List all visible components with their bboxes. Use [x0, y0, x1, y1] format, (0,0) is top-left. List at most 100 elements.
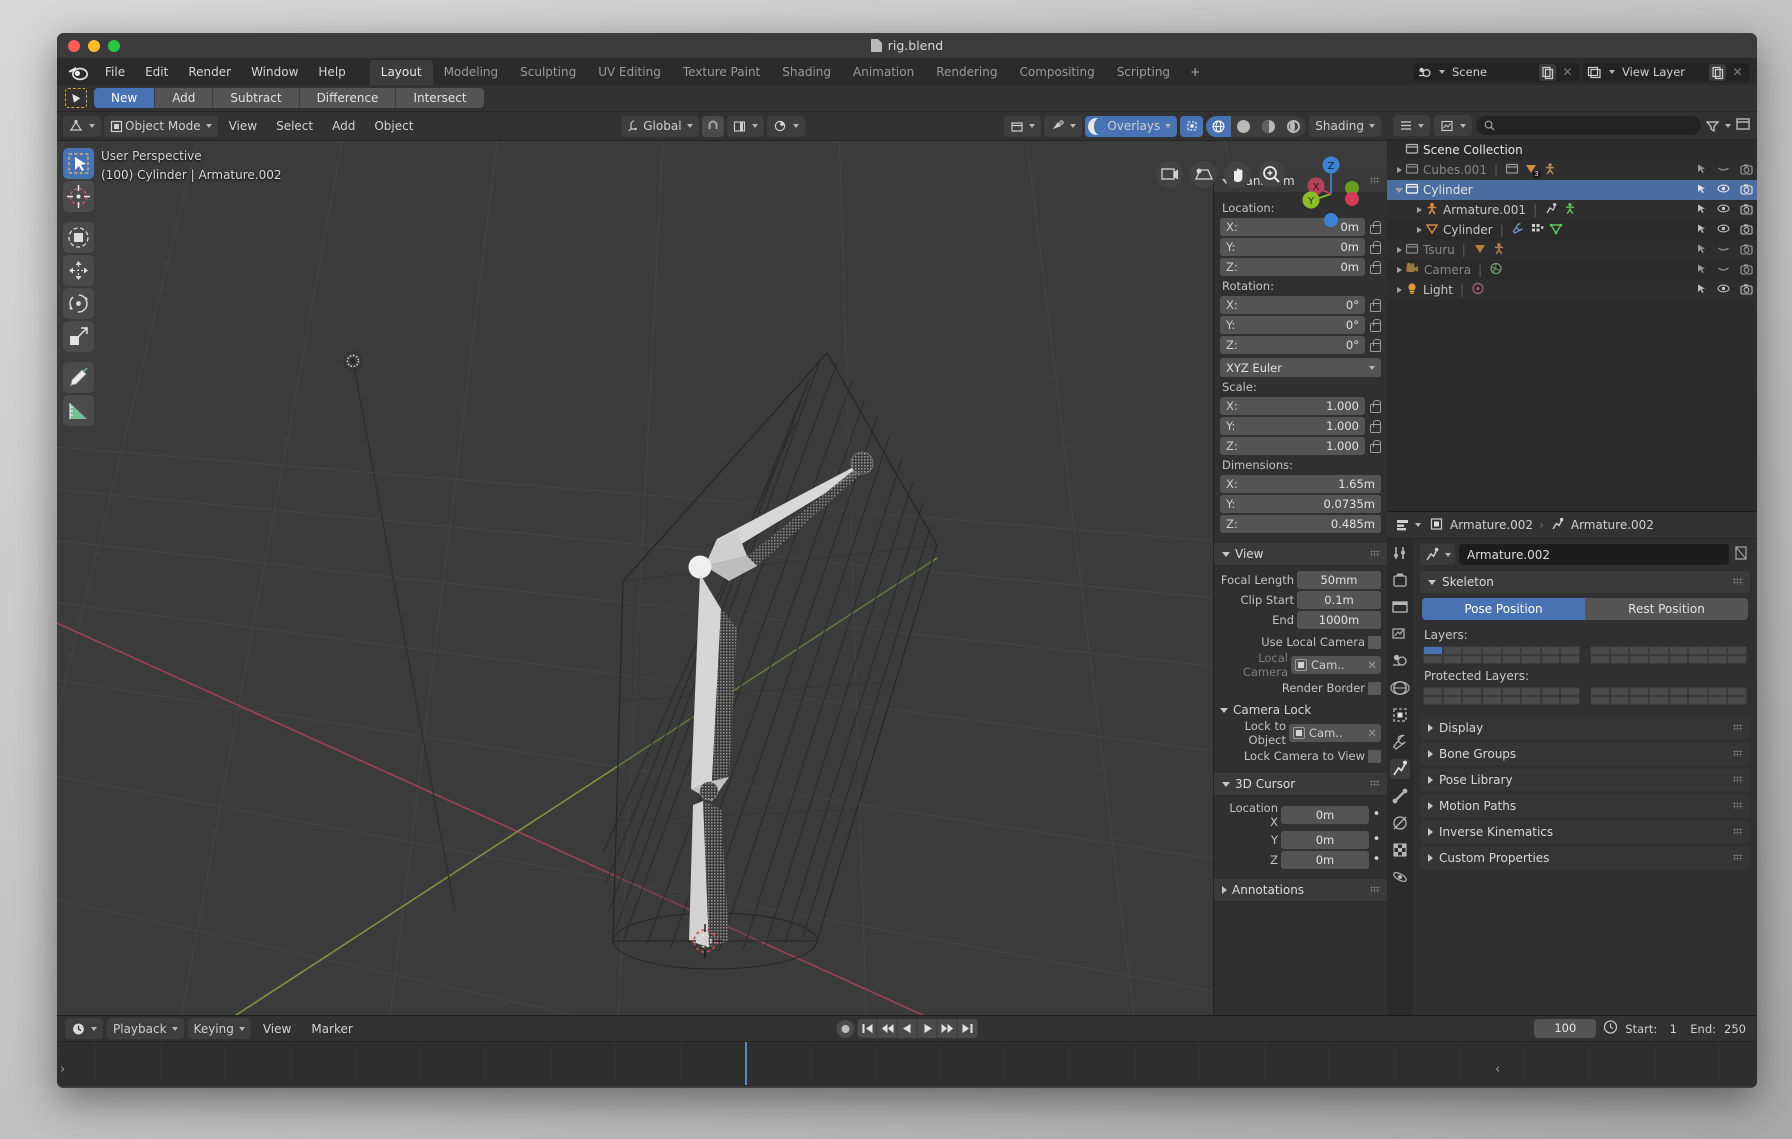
gizmo-selector[interactable]: [1044, 115, 1083, 137]
cursor-x-row[interactable]: Location X 0m •: [1220, 801, 1381, 829]
tab-armature-data[interactable]: [1390, 759, 1410, 779]
section-inverse-kinematics[interactable]: Inverse Kinematics: [1420, 821, 1750, 843]
outliner-row-armature-001[interactable]: Armature.001 |: [1387, 200, 1757, 220]
protected-layers-grid[interactable]: [1423, 687, 1747, 705]
lock-icon[interactable]: [1368, 399, 1381, 413]
layer-cell[interactable]: [1501, 687, 1522, 696]
lock-icon[interactable]: [1368, 318, 1381, 332]
timeline-editor-type-selector[interactable]: [65, 1018, 103, 1039]
outliner-editor-type-selector[interactable]: [1393, 115, 1430, 136]
panel-drag-grip[interactable]: [1733, 854, 1743, 861]
hide-in-viewport-icon[interactable]: [1717, 163, 1730, 177]
use-preview-range-icon[interactable]: [1602, 1019, 1619, 1039]
layer-cell[interactable]: [1648, 655, 1669, 664]
outliner-row-cylinder-object[interactable]: Cylinder |: [1387, 220, 1757, 240]
layer-cell[interactable]: [1423, 646, 1443, 655]
layer-cell[interactable]: [1442, 696, 1463, 705]
tab-view-layer[interactable]: [1390, 624, 1410, 644]
blender-logo-icon[interactable]: [67, 63, 89, 81]
rotation-z-row[interactable]: Z: 0°: [1220, 336, 1381, 354]
properties-editor-type-selector[interactable]: [1393, 515, 1423, 536]
menu-help[interactable]: Help: [308, 61, 355, 83]
panel-drag-grip[interactable]: [1370, 177, 1380, 184]
toggle-camera-icon[interactable]: [1156, 161, 1183, 188]
jump-to-end-button[interactable]: [958, 1019, 978, 1038]
layer-cell[interactable]: [1442, 646, 1463, 655]
tab-bone[interactable]: [1390, 786, 1410, 806]
layer-cell[interactable]: [1648, 696, 1669, 705]
panel-drag-grip[interactable]: [1733, 724, 1743, 731]
measure-tool-icon[interactable]: [63, 395, 94, 426]
layer-cell[interactable]: [1668, 655, 1689, 664]
viewport-menu-object[interactable]: Object: [366, 116, 421, 136]
timeline-expand-left-icon[interactable]: ›: [60, 1062, 65, 1077]
clip-end-row[interactable]: End 1000m: [1220, 611, 1381, 629]
animate-property-icon[interactable]: •: [1372, 853, 1381, 866]
cursor3d-panel-header[interactable]: 3D Cursor: [1214, 773, 1387, 796]
workspace-tab-layout[interactable]: Layout: [369, 59, 433, 85]
tab-modifiers[interactable]: [1390, 732, 1410, 752]
shading-wireframe-button[interactable]: [1206, 115, 1232, 137]
tab-texture[interactable]: [1390, 840, 1410, 860]
layer-cell[interactable]: [1707, 655, 1728, 664]
proportional-edit-selector[interactable]: [766, 115, 805, 137]
timeline-collapse-right-icon[interactable]: ‹: [1495, 1062, 1500, 1077]
viewport-menu-add[interactable]: Add: [324, 116, 363, 136]
section-bone-groups[interactable]: Bone Groups: [1420, 743, 1750, 765]
tab-tool[interactable]: [1390, 543, 1410, 563]
pan-view-icon[interactable]: [1224, 161, 1251, 188]
outliner-row-cubes-001[interactable]: Cubes.001 | 3: [1387, 160, 1757, 180]
timeline-menu-view[interactable]: View: [255, 1019, 299, 1039]
transport-buttons[interactable]: [857, 1019, 978, 1038]
view-panel-header[interactable]: View: [1214, 543, 1387, 566]
local-camera-field[interactable]: Cam.. ✕: [1291, 656, 1381, 674]
layer-cell[interactable]: [1609, 646, 1630, 655]
panel-drag-grip[interactable]: [1733, 750, 1743, 757]
lock-icon[interactable]: [1368, 298, 1381, 312]
layer-cell[interactable]: [1629, 687, 1649, 696]
panel-drag-grip[interactable]: [1733, 578, 1743, 585]
cursor-y-row[interactable]: Y 0m •: [1220, 831, 1381, 849]
view-layer-selector[interactable]: View Layer ✕: [1583, 62, 1749, 82]
outliner-row-light[interactable]: Light |: [1387, 280, 1757, 300]
jump-to-prev-keyframe-button[interactable]: [878, 1019, 898, 1038]
layer-cell[interactable]: [1423, 655, 1443, 664]
outliner-display-mode-selector[interactable]: [1434, 115, 1472, 136]
playback-controls[interactable]: [836, 1019, 978, 1038]
use-local-camera-checkbox[interactable]: [1368, 635, 1381, 649]
shading-material-button[interactable]: [1256, 116, 1281, 137]
end-frame-control[interactable]: End: 250: [1690, 1022, 1749, 1036]
layer-cell[interactable]: [1688, 687, 1708, 696]
menu-file[interactable]: File: [95, 61, 135, 83]
restrict-select-icon[interactable]: [1696, 203, 1707, 217]
disclosure-triangle[interactable]: [1393, 267, 1405, 273]
layer-cell[interactable]: [1668, 687, 1689, 696]
layer-cell[interactable]: [1521, 687, 1541, 696]
render-border-row[interactable]: Render Border: [1220, 681, 1381, 695]
clear-local-camera-button[interactable]: ✕: [1367, 658, 1377, 672]
tab-physics[interactable]: [1390, 867, 1410, 887]
record-keyframes-button[interactable]: [836, 1019, 855, 1038]
current-frame-input[interactable]: 100: [1534, 1019, 1597, 1038]
clear-lock-object-button[interactable]: ✕: [1367, 726, 1377, 740]
layer-cell[interactable]: [1707, 696, 1728, 705]
layer-cell[interactable]: [1668, 696, 1689, 705]
layer-cell[interactable]: [1462, 696, 1482, 705]
playback-menu[interactable]: Playback: [107, 1018, 184, 1039]
disclosure-triangle[interactable]: [1393, 247, 1405, 253]
layer-cell[interactable]: [1727, 687, 1747, 696]
scene-selector[interactable]: Scene ✕: [1413, 62, 1579, 82]
lock-icon[interactable]: [1368, 419, 1381, 433]
panel-drag-grip[interactable]: [1733, 776, 1743, 783]
render-border-checkbox[interactable]: [1368, 681, 1381, 695]
transform-orientation-selector[interactable]: Global: [621, 115, 699, 137]
outliner-row-cylinder-collection[interactable]: Cylinder: [1387, 180, 1757, 200]
layer-cell[interactable]: [1462, 655, 1482, 664]
viewport-menu-select[interactable]: Select: [268, 116, 321, 136]
scale-y-row[interactable]: Y: 1.000: [1220, 417, 1381, 435]
layer-cell[interactable]: [1590, 687, 1610, 696]
boolean-add-button[interactable]: Add: [155, 88, 214, 108]
jump-to-next-keyframe-button[interactable]: [938, 1019, 958, 1038]
location-z-row[interactable]: Z: 0m: [1220, 258, 1381, 276]
layer-cell[interactable]: [1462, 687, 1482, 696]
